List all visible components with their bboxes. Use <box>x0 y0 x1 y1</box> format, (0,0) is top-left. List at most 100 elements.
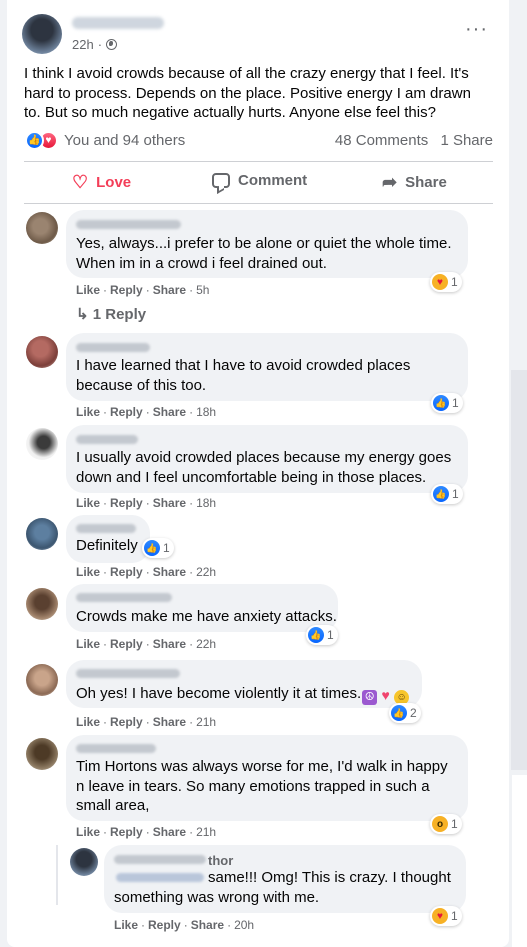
post-text: I think I avoid crowds because of all th… <box>24 65 471 121</box>
comment-avatar[interactable] <box>26 212 58 244</box>
reply-link[interactable]: Reply <box>110 496 143 510</box>
reaction-summary[interactable]: 👍 ♥ You and 94 others <box>25 131 185 150</box>
globe-icon <box>106 39 118 50</box>
like-link[interactable]: Like <box>76 715 100 729</box>
comment-text: Oh yes! I have become violently it at ti… <box>76 684 410 705</box>
divider <box>24 161 493 162</box>
like-reaction-icon: 👍 <box>391 705 407 721</box>
scroll-gutter <box>511 370 527 770</box>
like-link[interactable]: Like <box>76 825 100 839</box>
share-link[interactable]: Share <box>153 825 186 839</box>
share-link[interactable]: Share <box>153 715 186 729</box>
wow-reaction-icon: o <box>432 816 448 832</box>
like-link[interactable]: Like <box>114 918 138 932</box>
comment-avatar[interactable] <box>26 588 58 620</box>
comment-text: I usually avoid crowded places because m… <box>76 449 452 486</box>
comment-actions: Like · Reply · Share · 5h <box>76 283 210 297</box>
comment-icon <box>212 173 230 188</box>
comment-author-blurred[interactable] <box>76 669 180 678</box>
comment-author-blurred[interactable] <box>76 343 150 352</box>
reactions-text[interactable]: You and 94 others <box>64 132 185 149</box>
share-link[interactable]: Share <box>153 405 186 419</box>
reply-author-blurred[interactable] <box>114 855 206 864</box>
reply-link[interactable]: Reply <box>110 637 143 651</box>
reply-link[interactable]: Reply <box>110 565 143 579</box>
reply-link[interactable]: Reply <box>110 825 143 839</box>
heart-icon: ♡ <box>72 172 89 192</box>
reaction-badge[interactable]: 👍 1 <box>431 484 463 504</box>
like-link[interactable]: Like <box>76 496 100 510</box>
shares-count[interactable]: 1 Share <box>440 132 493 149</box>
comment-actions: Like · Reply · Share · 18h <box>76 405 217 419</box>
comment-author-blurred[interactable] <box>76 435 138 444</box>
comment-author-blurred[interactable] <box>76 744 156 753</box>
reaction-badge[interactable]: 👍 1 <box>306 625 338 645</box>
love-button[interactable]: ♡ Love <box>72 172 131 193</box>
reply-panel-edge <box>512 775 527 947</box>
comment-avatar[interactable] <box>26 664 58 696</box>
like-reaction-icon: 👍 <box>433 486 449 502</box>
comment-text: Yes, always...i prefer to be alone or qu… <box>76 235 452 272</box>
post-meta: 22h · <box>72 37 118 52</box>
reaction-badge[interactable]: o 1 <box>430 814 462 834</box>
like-reaction-icon: 👍 <box>433 395 449 411</box>
comment-avatar[interactable] <box>26 738 58 770</box>
comment-author-blurred[interactable] <box>76 524 136 533</box>
comment-actions: Like · Reply · Share · 22h <box>76 565 217 579</box>
thread-line <box>56 845 58 905</box>
care-reaction-icon: ♥ <box>432 908 448 924</box>
reply-link[interactable]: Reply <box>110 715 143 729</box>
share-icon: ➦ <box>382 172 398 192</box>
comment-author-blurred[interactable] <box>76 593 172 602</box>
like-link[interactable]: Like <box>76 637 100 651</box>
reaction-badge[interactable]: ♥ 1 <box>430 906 462 926</box>
like-link[interactable]: Like <box>76 283 100 297</box>
comment-avatar[interactable] <box>26 518 58 550</box>
comment-button[interactable]: Comment <box>212 172 307 189</box>
engagement-counts: 48 Comments 1 Share <box>335 132 493 149</box>
post-author-avatar[interactable] <box>22 14 62 54</box>
reply-arrow-icon: ↳ <box>76 306 89 323</box>
post-time[interactable]: 22h <box>72 37 94 52</box>
comment-actions: Like · Reply · Share · 21h <box>76 825 217 839</box>
reaction-badge[interactable]: 👍 1 <box>142 538 174 558</box>
heart-emoji-icon: ♥ <box>381 687 390 703</box>
share-link[interactable]: Share <box>153 283 186 297</box>
share-button[interactable]: ➦ Share <box>382 172 447 193</box>
reply-avatar[interactable] <box>70 848 98 876</box>
reaction-badge[interactable]: 👍 1 <box>431 393 463 413</box>
reply-link[interactable]: Reply <box>148 918 181 932</box>
comment-author-blurred[interactable] <box>76 220 181 229</box>
view-replies-link[interactable]: ↳ 1 Reply <box>76 305 146 323</box>
mentioned-user-blurred[interactable] <box>116 873 204 882</box>
comment-text: Crowds make me have anxiety attacks. <box>76 608 337 625</box>
reaction-badge[interactable]: ♥ 1 <box>430 272 462 292</box>
like-reaction-icon: 👍 <box>308 627 324 643</box>
share-link[interactable]: Share <box>153 637 186 651</box>
post-author-name-blurred[interactable] <box>72 17 164 29</box>
comment-actions: Like · Reply · Share · 22h <box>76 637 217 651</box>
care-reaction-icon: ♥ <box>432 274 448 290</box>
comments-count[interactable]: 48 Comments <box>335 132 428 149</box>
reply-link[interactable]: Reply <box>110 405 143 419</box>
comment-avatar[interactable] <box>26 336 58 368</box>
more-options-icon[interactable]: ··· <box>465 19 488 39</box>
reply-link[interactable]: Reply <box>110 283 143 297</box>
divider <box>24 203 493 204</box>
like-link[interactable]: Like <box>76 405 100 419</box>
like-reaction-icon: 👍 <box>25 131 44 150</box>
comment-text: Tim Hortons was always worse for me, I'd… <box>76 758 448 814</box>
comment-avatar[interactable] <box>26 428 58 460</box>
share-link[interactable]: Share <box>153 496 186 510</box>
like-link[interactable]: Like <box>76 565 100 579</box>
comment-actions: Like · Reply · Share · 18h <box>76 496 217 510</box>
comment-actions: Like · Reply · Share · 21h <box>76 715 217 729</box>
peace-emoji-icon: ☮ <box>362 690 378 705</box>
reply-text-line1: same!!! Omg! This is crazy. I thought <box>208 869 451 886</box>
reaction-badge[interactable]: 👍 2 <box>389 703 421 723</box>
like-reaction-icon: 👍 <box>144 540 160 556</box>
reply-text-line2: something was wrong with me. <box>114 889 320 906</box>
share-link[interactable]: Share <box>153 565 186 579</box>
comment-text: Definitely <box>76 537 138 554</box>
share-link[interactable]: Share <box>191 918 224 932</box>
